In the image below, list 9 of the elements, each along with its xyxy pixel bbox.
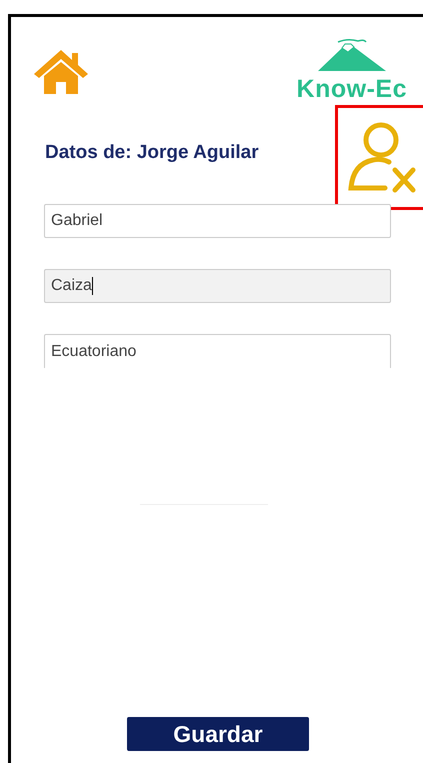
text-cursor	[92, 277, 93, 295]
input-field[interactable]: Ecuatoriano	[44, 334, 391, 368]
input-field[interactable]: Gabriel	[44, 204, 391, 238]
page-heading: Datos de: Jorge Aguilar	[45, 141, 259, 165]
logo-text: Know-Ec	[296, 77, 407, 102]
save-button[interactable]: Guardar	[127, 717, 309, 751]
mountain-icon	[318, 38, 386, 71]
input-field[interactable]: Caiza	[44, 269, 391, 303]
user-remove-icon	[347, 120, 417, 196]
